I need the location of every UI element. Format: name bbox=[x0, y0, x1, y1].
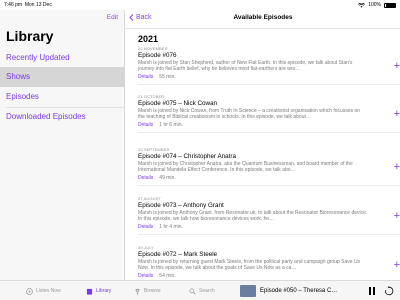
episode-row[interactable]: 23 SEPTEMBER Episode #074 – Christopher … bbox=[138, 147, 400, 186]
sidebar-title: Library bbox=[6, 28, 54, 44]
add-episode-button[interactable]: + bbox=[394, 260, 400, 271]
play-circle-icon bbox=[26, 287, 33, 295]
episode-row[interactable]: 20 NOVEMBER Episode #076 Marsh is joined… bbox=[138, 46, 400, 85]
episode-title[interactable]: Episode #075 – Nick Cowan bbox=[138, 100, 388, 107]
episode-description: Marsh is joined by Anthony Grant, from R… bbox=[138, 210, 368, 223]
episode-duration: 1 hr 6 min. bbox=[159, 122, 183, 128]
episode-date: 20 NOVEMBER bbox=[138, 46, 168, 51]
episode-duration: 49 min. bbox=[159, 175, 176, 181]
status-time: 7:46 pm bbox=[4, 2, 23, 8]
tab-listen-now[interactable]: Listen Now bbox=[26, 281, 61, 300]
tab-label: Listen Now bbox=[36, 288, 61, 294]
episode-row[interactable]: 21 OCTOBER Episode #075 – Nick Cowan Mar… bbox=[138, 94, 400, 133]
episode-title[interactable]: Episode #076 bbox=[138, 52, 388, 59]
episode-date: 27 AUGUST bbox=[138, 196, 161, 201]
episode-date: 23 SEPTEMBER bbox=[138, 147, 170, 152]
battery-percent: 100% bbox=[368, 2, 381, 8]
library-icon bbox=[86, 288, 93, 295]
details-link[interactable]: Details bbox=[138, 273, 153, 279]
add-episode-button[interactable]: + bbox=[394, 211, 400, 222]
status-date: Mon 13 Dec bbox=[24, 2, 52, 8]
tab-label: Library bbox=[96, 288, 112, 294]
status-time-date: 7:46 pm Mon 13 Dec bbox=[4, 2, 52, 8]
add-episode-button[interactable]: + bbox=[394, 162, 400, 173]
tab-browse[interactable]: Browse bbox=[134, 281, 161, 300]
now-playing-title[interactable]: Episode #050 – Theresa C… bbox=[260, 288, 368, 294]
tab-label: Search bbox=[199, 288, 215, 294]
row-divider bbox=[138, 132, 400, 133]
browse-icon bbox=[135, 288, 140, 295]
episodes-panel: Back Available Episodes 2021 20 NOVEMBER… bbox=[126, 10, 400, 280]
episode-duration: 55 min. bbox=[159, 74, 176, 80]
tab-label: Browse bbox=[144, 288, 161, 294]
library-sidebar: Edit Library Recently Updated Shows Epis… bbox=[0, 10, 125, 280]
episode-description: Marsh is joined by Nick Cowan, from Trut… bbox=[138, 108, 361, 121]
battery-icon bbox=[384, 2, 396, 8]
skip-forward-icon[interactable] bbox=[384, 286, 394, 296]
episode-row[interactable]: 27 AUGUST Episode #073 – Anthony Grant M… bbox=[138, 196, 400, 235]
details-link[interactable]: Details bbox=[138, 175, 153, 181]
tab-bar: Listen Now Library Browse Search Episode… bbox=[0, 280, 400, 300]
episode-description: Marsh is joined by returning guest Mark … bbox=[138, 259, 361, 272]
episode-duration: 54 min. bbox=[159, 273, 176, 279]
status-bar: 7:46 pm Mon 13 Dec 100% bbox=[0, 0, 400, 10]
tab-library[interactable]: Library bbox=[86, 281, 111, 300]
episode-description: Marsh is joined by Christopher Anatra, a… bbox=[138, 161, 353, 174]
search-icon bbox=[189, 288, 196, 295]
row-divider bbox=[138, 234, 400, 235]
row-divider bbox=[138, 84, 400, 85]
tab-search[interactable]: Search bbox=[189, 281, 215, 300]
details-link[interactable]: Details bbox=[138, 74, 153, 80]
add-episode-button[interactable]: + bbox=[394, 61, 400, 72]
details-link[interactable]: Details bbox=[138, 224, 153, 230]
episode-date: 30 JULY bbox=[138, 245, 154, 250]
episode-row[interactable]: 30 JULY Episode #072 – Mark Steele Marsh… bbox=[138, 245, 400, 279]
episode-title[interactable]: Episode #073 – Anthony Grant bbox=[138, 202, 388, 209]
sidebar-item-recently-updated[interactable]: Recently Updated bbox=[0, 48, 125, 68]
nav-divider bbox=[126, 28, 400, 29]
episode-date: 21 OCTOBER bbox=[138, 94, 165, 99]
sidebar-item-downloaded-episodes[interactable]: Downloaded Episodes bbox=[0, 107, 125, 127]
year-header: 2021 bbox=[138, 34, 159, 44]
page-title: Available Episodes bbox=[233, 14, 293, 21]
status-indicators: 100% bbox=[358, 2, 396, 8]
add-episode-button[interactable]: + bbox=[394, 109, 400, 120]
sidebar-item-shows[interactable]: Shows bbox=[0, 67, 125, 87]
episode-duration: 1 hr 4 min. bbox=[159, 224, 183, 230]
pause-button[interactable] bbox=[368, 287, 376, 295]
episode-title[interactable]: Episode #072 – Mark Steele bbox=[138, 251, 388, 258]
podcasts-app: 7:46 pm Mon 13 Dec 100% Edit Library Rec… bbox=[0, 0, 400, 300]
row-divider bbox=[138, 185, 400, 186]
episode-description: Marsh is joined by Stan Shepherd, author… bbox=[138, 60, 353, 73]
edit-button[interactable]: Edit bbox=[107, 14, 118, 21]
now-playing-artwork bbox=[240, 285, 256, 297]
details-link[interactable]: Details bbox=[138, 122, 153, 128]
wifi-icon bbox=[358, 2, 366, 8]
mini-player[interactable]: Episode #050 – Theresa C… bbox=[240, 281, 400, 300]
episode-title[interactable]: Episode #074 – Christopher Anatra bbox=[138, 153, 388, 160]
sidebar-item-episodes[interactable]: Episodes bbox=[0, 87, 125, 107]
